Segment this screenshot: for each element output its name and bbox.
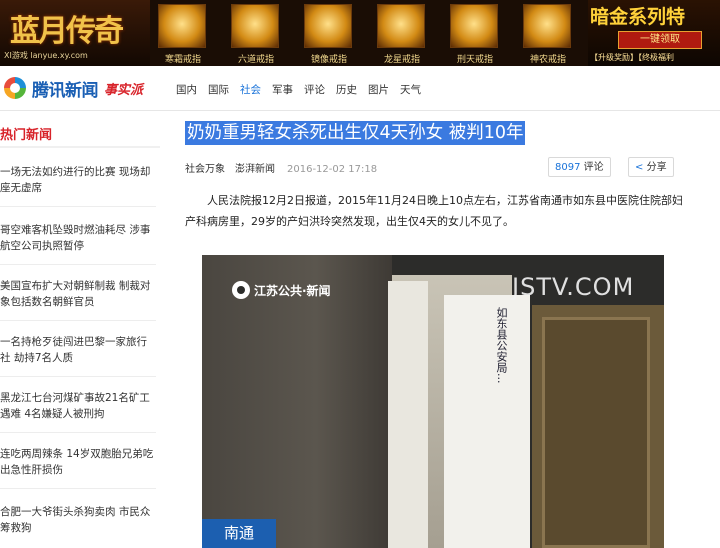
promo-panel: 暗金系列特 一键领取 【升级奖励】【终极福利 (588, 0, 720, 66)
divider (0, 320, 156, 321)
photo-door-frame (532, 305, 664, 548)
hot-news-item[interactable]: 一名持枪歹徒闯进巴黎一家旅行社 劫持7名人质 (0, 334, 156, 366)
ring-icon (523, 4, 571, 48)
ad-banner[interactable]: 蓝月传奇 XI游戏 lanyue.xy.com 寒霜戒指 六道戒指 镜像戒指 龙… (0, 0, 720, 66)
article-time: 2016-12-02 17:18 (287, 164, 378, 175)
ring-slot-label: 刑天戒指 (456, 55, 493, 65)
ring-slot[interactable]: 刑天戒指 (444, 2, 506, 65)
nav-link-society[interactable]: 社会 (240, 82, 261, 97)
nav-link-international[interactable]: 国际 (208, 82, 229, 97)
hot-news-item[interactable]: 连吃两周辣条 14岁双胞胎兄弟吃出急性肝损伤 (0, 446, 156, 478)
channel-menu: 国内 国际 社会 军事 评论 历史 图片 天气 (176, 82, 432, 97)
share-icon: < (635, 162, 644, 173)
nav-link-commentary[interactable]: 评论 (304, 82, 325, 97)
divider (0, 146, 160, 148)
ring-icon (231, 4, 279, 48)
photo-handwriting: 如东县公安局... (495, 307, 508, 384)
hot-news-heading: 热门新闻 (0, 128, 53, 143)
brand-name: 腾讯新闻 (32, 80, 99, 101)
ring-slot-label: 寒霜戒指 (164, 55, 201, 65)
ring-icon (377, 4, 425, 48)
share-button[interactable]: < 分享 (628, 157, 674, 177)
game-logo-title: 蓝月传奇 (10, 14, 124, 49)
nav-link-weather[interactable]: 天气 (400, 82, 421, 97)
ring-slot[interactable]: 寒霜戒指 (152, 2, 214, 65)
ring-slot-label: 六道戒指 (237, 55, 274, 65)
nav-link-military[interactable]: 军事 (272, 82, 293, 97)
ring-slot-label: 神农戒指 (529, 55, 566, 65)
comment-count: 8097 (555, 162, 581, 173)
divider (0, 432, 156, 433)
brand-sub: 事实派 (104, 82, 144, 98)
ring-slot[interactable]: 龙星戒指 (371, 2, 433, 65)
ring-icon (158, 4, 206, 48)
photo-watermark: JSTV.COM (512, 273, 635, 301)
promo-title: 暗金系列特 (590, 6, 686, 28)
promo-links[interactable]: 【升级奖励】【终极福利 (590, 52, 674, 63)
hot-news-sidebar: 热门新闻 一场无法如约进行的比赛 现场却座无虚席 哥空难客机坠毁时燃油耗尽 涉事… (0, 110, 160, 548)
comment-label: 评论 (583, 162, 604, 173)
top-nav: 腾讯新闻 事实派 国内 国际 社会 军事 评论 历史 图片 天气 (0, 66, 720, 111)
article-category[interactable]: 社会万象 (185, 164, 225, 175)
hot-news-item[interactable]: 黑龙江七台河煤矿事故21名矿工遇难 4名嫌疑人被刑拘 (0, 390, 156, 422)
station-logo-icon (232, 281, 250, 299)
claim-button[interactable]: 一键领取 (618, 31, 702, 49)
nav-link-history[interactable]: 历史 (336, 82, 357, 97)
ring-slot-label: 镜像戒指 (310, 55, 347, 65)
divider (0, 206, 156, 207)
game-logo-site: XI游戏 lanyue.xy.com (4, 51, 88, 60)
nav-link-photos[interactable]: 图片 (368, 82, 389, 97)
ring-icon (304, 4, 352, 48)
article-meta: 社会万象 澎湃新闻 2016-12-02 17:18 (185, 160, 377, 175)
ring-slot[interactable]: 镜像戒指 (298, 2, 360, 65)
hot-news-item[interactable]: 一场无法如约进行的比赛 现场却座无虚席 (0, 164, 156, 196)
ring-slot[interactable]: 六道戒指 (225, 2, 287, 65)
hot-news-item[interactable]: 美国宣布扩大对朝鲜制裁 制裁对象包括数名朝鲜官员 (0, 278, 156, 310)
game-logo[interactable]: 蓝月传奇 XI游戏 lanyue.xy.com (0, 0, 150, 66)
article-paragraph: 人民法院报12月2日报道，2015年11月24日晚上10点左右，江苏省南通市如东… (185, 194, 683, 228)
ring-icon (450, 4, 498, 48)
divider (0, 264, 156, 265)
ring-slot[interactable]: 神农戒指 (517, 2, 579, 65)
hot-news-item[interactable]: 哥空难客机坠毁时燃油耗尽 涉事航空公司执照暂停 (0, 222, 156, 254)
station-logo-text: 江苏公共·新闻 (254, 283, 331, 298)
article-photo: 如东县公安局... JSTV.COM 江苏公共·新闻 南通 (202, 255, 664, 548)
share-label: 分享 (646, 162, 667, 173)
hot-news-item[interactable]: 合肥一大爷街头杀狗卖肉 市民众筹救狗 (0, 504, 156, 536)
nav-link-domestic[interactable]: 国内 (176, 82, 197, 97)
location-caption: 南通 (202, 519, 276, 548)
divider (0, 488, 156, 489)
photo-seal-paper (388, 281, 428, 548)
tencent-news-logo[interactable]: 腾讯新闻 事实派 (4, 76, 144, 101)
tencent-logo-icon (4, 77, 26, 99)
ring-slot-label: 龙星戒指 (383, 55, 420, 65)
station-logo: 江苏公共·新闻 (232, 279, 331, 301)
comment-button[interactable]: 8097 评论 (548, 157, 611, 177)
article-title: 奶奶重男轻女杀死出生仅4天孙女 被判10年 (185, 121, 526, 145)
divider (0, 376, 156, 377)
article-source[interactable]: 澎湃新闻 (235, 164, 275, 175)
